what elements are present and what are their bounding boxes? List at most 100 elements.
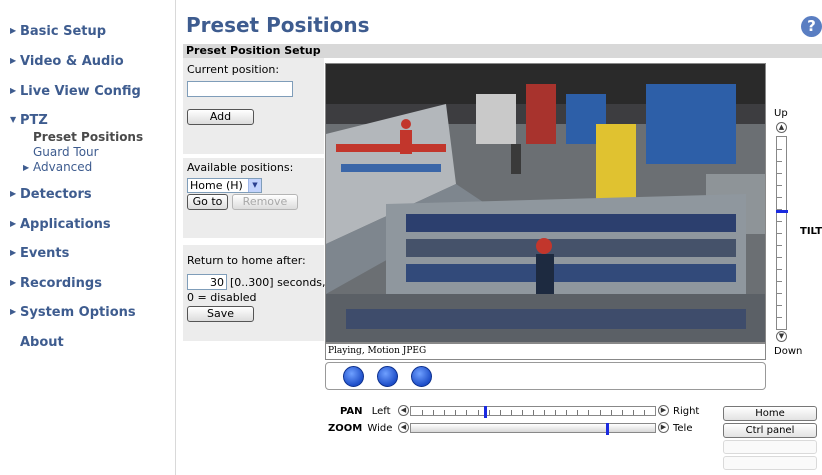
zoom-label: ZOOM Wide <box>328 423 393 434</box>
current-position-label: Current position: <box>187 63 280 76</box>
pan-tick <box>577 410 578 415</box>
zoom-tele-icon[interactable]: ▶ <box>658 422 669 433</box>
subnav-guard-tour[interactable]: Guard Tour <box>33 145 99 159</box>
chevron-right-icon: ▶ <box>10 86 17 95</box>
tilt-label: TILT <box>800 226 822 237</box>
tilt-tick <box>777 269 782 270</box>
chevron-right-icon: ▶ <box>10 307 17 316</box>
return-home-input[interactable] <box>187 274 227 290</box>
chevron-down-icon: ▼ <box>248 179 261 192</box>
tilt-tick <box>777 245 782 246</box>
tilt-tick <box>777 161 782 162</box>
video-feed[interactable] <box>325 63 766 343</box>
pan-tick <box>478 410 479 415</box>
pan-tick <box>455 410 456 415</box>
tilt-tick <box>777 317 782 318</box>
tilt-down-icon[interactable]: ▼ <box>776 331 787 342</box>
nav-recordings[interactable]: ▶ Recordings <box>10 276 102 291</box>
tilt-tick <box>777 257 782 258</box>
pan-tick <box>433 410 434 415</box>
return-home-range: [0..300] seconds, <box>230 276 326 289</box>
save-button[interactable]: Save <box>187 306 254 322</box>
page-title: Preset Positions <box>186 13 370 37</box>
subnav-advanced[interactable]: ▶ Advanced <box>23 160 92 174</box>
sidebar: ▶ Basic Setup ▶ Video & Audio ▶ Live View C… <box>0 0 176 475</box>
nav-events[interactable]: ▶ Events <box>10 246 69 261</box>
nav-applications[interactable]: ▶ Applications <box>10 217 111 232</box>
zoom-slider[interactable] <box>410 423 656 435</box>
empty-slot <box>723 440 817 454</box>
chevron-right-icon: ▶ <box>10 248 17 257</box>
pan-tick <box>444 410 445 415</box>
pan-tick <box>644 410 645 415</box>
chevron-right-icon: ▶ <box>10 219 17 228</box>
chevron-right-icon: ▶ <box>10 278 17 287</box>
tilt-tick <box>777 185 782 186</box>
pan-tick <box>533 410 534 415</box>
nav-about[interactable]: About <box>20 335 64 350</box>
empty-slot <box>723 456 817 470</box>
pan-right-label: Right <box>673 406 700 417</box>
available-positions-select[interactable]: Home (H) ▼ <box>187 178 262 193</box>
remove-button[interactable]: Remove <box>232 194 298 210</box>
tilt-down-label: Down <box>774 346 803 357</box>
subnav-preset-positions[interactable]: Preset Positions <box>33 130 143 144</box>
chevron-right-icon: ▶ <box>10 56 17 65</box>
video-status: Playing, Motion JPEG <box>325 343 766 360</box>
pan-label: PAN Left <box>340 406 391 417</box>
help-icon[interactable]: ? <box>801 16 822 37</box>
nav-video-audio[interactable]: ▶ Video & Audio <box>10 54 124 69</box>
pan-tick <box>522 410 523 415</box>
tilt-tick <box>777 197 782 198</box>
current-position-input[interactable] <box>187 81 293 97</box>
pan-thumb[interactable] <box>484 406 487 418</box>
nav-basic-setup[interactable]: ▶ Basic Setup <box>10 24 106 39</box>
home-button[interactable]: Home <box>723 406 817 421</box>
stop-icon[interactable] <box>343 366 364 387</box>
return-home-label: Return to home after: <box>187 254 306 267</box>
pan-tick <box>622 410 623 415</box>
nav-system-options[interactable]: ▶ System Options <box>10 305 136 320</box>
zoom-wide-icon[interactable]: ◀ <box>398 422 409 433</box>
tilt-slider[interactable] <box>776 136 788 330</box>
tilt-tick <box>777 233 782 234</box>
pan-tick <box>500 410 501 415</box>
pan-tick <box>466 410 467 415</box>
zoom-tele-label: Tele <box>673 423 693 434</box>
tilt-tick <box>777 173 782 174</box>
tilt-tick <box>777 149 782 150</box>
pan-tick <box>489 410 490 415</box>
tilt-thumb[interactable] <box>776 210 788 213</box>
pan-tick <box>566 410 567 415</box>
nav-ptz[interactable]: ▼ PTZ <box>10 113 48 128</box>
tilt-tick <box>777 221 782 222</box>
nav-live-view-config[interactable]: ▶ Live View Config <box>10 84 141 99</box>
zoom-thumb[interactable] <box>606 423 609 435</box>
chevron-right-icon: ▶ <box>10 189 17 198</box>
ctrl-panel-button[interactable]: Ctrl panel <box>723 423 817 438</box>
return-home-note: 0 = disabled <box>187 291 257 304</box>
pan-tick <box>633 410 634 415</box>
pan-tick <box>600 410 601 415</box>
chevron-down-icon: ▼ <box>10 115 17 124</box>
pan-slider[interactable] <box>410 406 656 418</box>
nav-detectors[interactable]: ▶ Detectors <box>10 187 92 202</box>
tilt-up-label: Up <box>774 108 788 119</box>
goto-button[interactable]: Go to <box>187 194 228 210</box>
tilt-tick <box>777 293 782 294</box>
pan-tick <box>511 410 512 415</box>
add-button[interactable]: Add <box>187 109 254 125</box>
video-image <box>326 64 765 342</box>
pan-tick <box>555 410 556 415</box>
chevron-right-icon: ▶ <box>10 26 17 35</box>
pan-left-icon[interactable]: ◀ <box>398 405 409 416</box>
pan-tick <box>611 410 612 415</box>
pan-right-icon[interactable]: ▶ <box>658 405 669 416</box>
tilt-up-icon[interactable]: ▲ <box>776 122 787 133</box>
tilt-tick <box>777 305 782 306</box>
available-positions-label: Available positions: <box>187 161 294 174</box>
pan-tick <box>588 410 589 415</box>
snapshot-icon[interactable] <box>377 366 398 387</box>
view-full-size-icon[interactable] <box>411 366 432 387</box>
video-controls <box>325 362 766 390</box>
